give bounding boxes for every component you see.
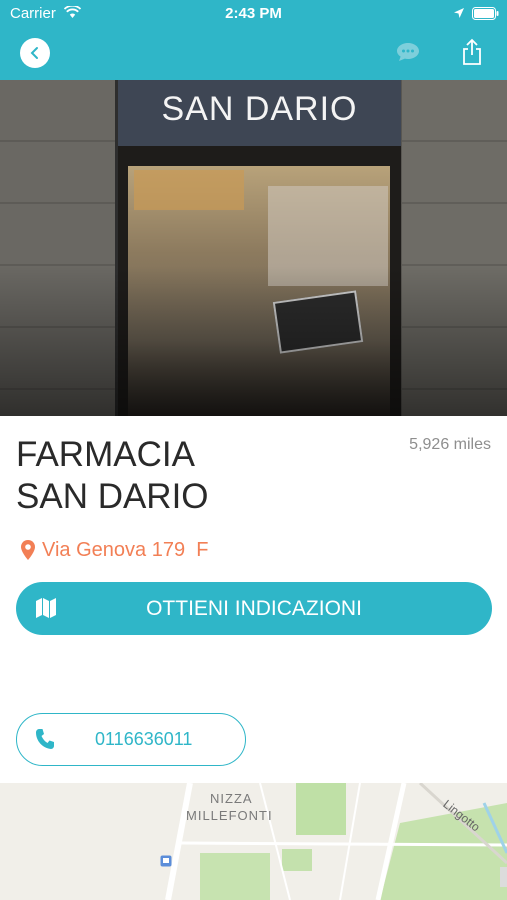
address-text: Via Genova 179 F — [42, 538, 209, 561]
share-icon — [463, 38, 481, 65]
pharmacy-photo: SAN DARIO — [0, 80, 507, 416]
map-tiles — [165, 783, 507, 900]
top-bar: Carrier 2:43 PM — [0, 0, 507, 80]
status-bar: Carrier 2:43 PM — [0, 0, 507, 28]
phone-number: 0116636011 — [95, 729, 193, 749]
back-button[interactable] — [20, 38, 50, 68]
storefront-sign: SAN DARIO — [118, 80, 401, 146]
pharmacy-name-line2: SAN DARIO — [16, 477, 209, 516]
phone-icon — [36, 729, 54, 749]
chat-icon — [397, 43, 419, 61]
photo-gradient — [0, 266, 507, 416]
map-label-nizza: NIZZA — [210, 791, 253, 806]
chat-button[interactable] — [396, 42, 420, 67]
battery-icon — [472, 7, 499, 20]
get-directions-label: OTTIENI INDICAZIONI — [146, 596, 362, 620]
share-button[interactable] — [461, 38, 483, 71]
back-icon — [30, 47, 38, 59]
pharmacy-name: FARMACIA SAN DARIO — [16, 434, 376, 518]
pin-icon — [21, 540, 35, 560]
window-reflection — [134, 170, 244, 210]
map-preview[interactable]: NIZZA MILLEFONTI Lingotto — [0, 783, 507, 900]
address-link[interactable]: Via Genova 179 F — [20, 537, 208, 563]
pharmacy-name-line1: FARMACIA — [16, 435, 195, 474]
distance-label: 5,926 miles — [409, 436, 491, 453]
location-arrow-icon — [454, 8, 464, 18]
get-directions-button[interactable]: OTTIENI INDICAZIONI — [16, 582, 492, 635]
map-icon — [36, 598, 56, 618]
transit-icon — [160, 855, 172, 867]
map-label-millefonti: MILLEFONTI — [186, 808, 273, 823]
clock: 2:43 PM — [225, 5, 282, 22]
call-button[interactable]: 0116636011 — [16, 713, 246, 766]
